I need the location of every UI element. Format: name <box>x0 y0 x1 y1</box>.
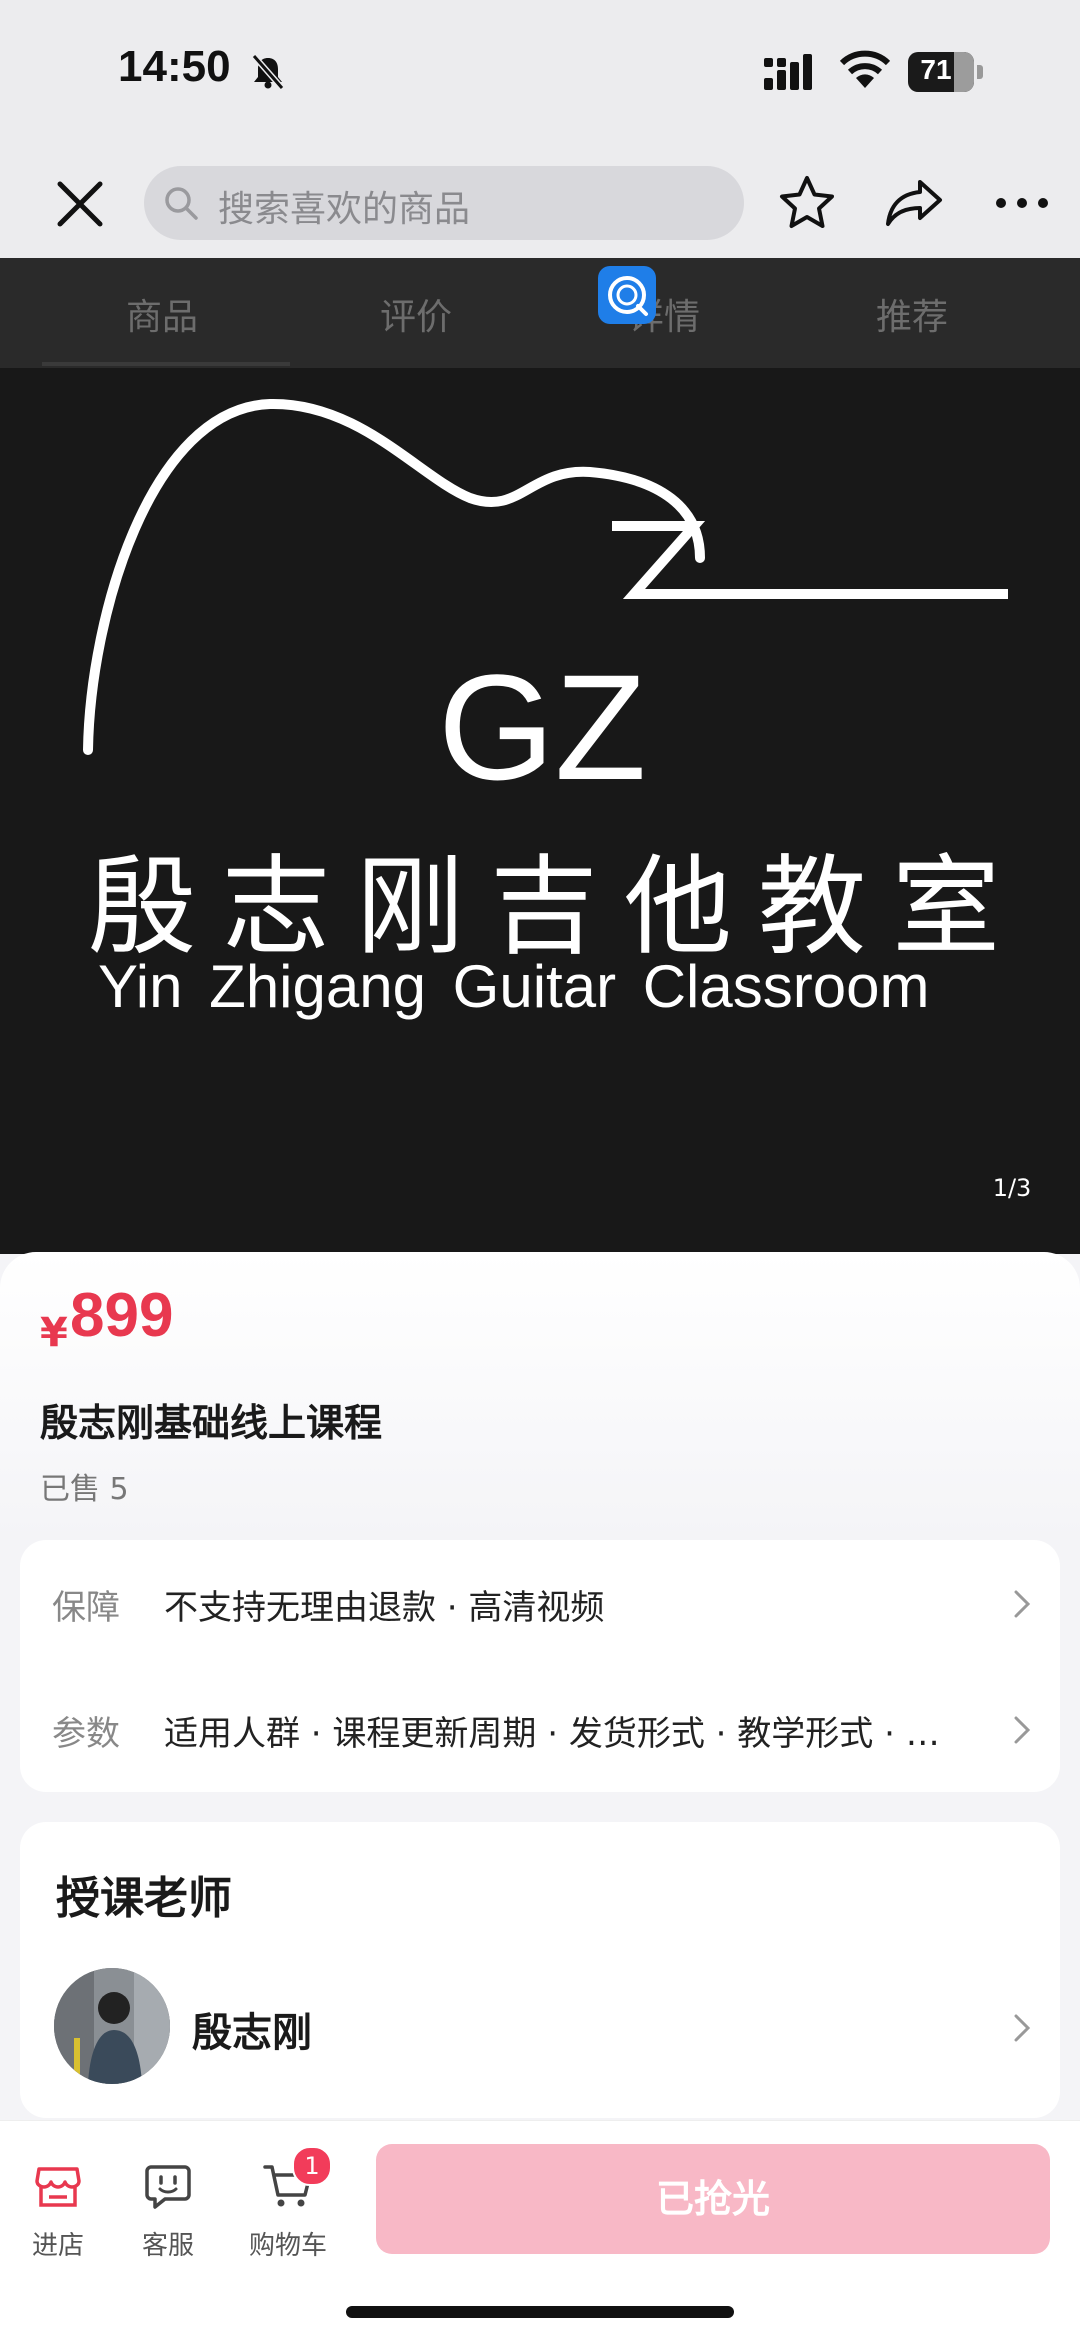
home-indicator[interactable] <box>346 2306 734 2318</box>
sold-out-button[interactable]: 已抢光 <box>376 2144 1050 2254</box>
favorite-star-icon[interactable] <box>778 174 836 232</box>
bell-muted-icon <box>251 54 285 90</box>
teacher-card: 授课老师 殷志刚 <box>20 1822 1060 2118</box>
clock: 14:50 <box>118 42 231 91</box>
product-title: 殷志刚基础线上课程 <box>40 1401 383 1445</box>
image-counter: 1/3 <box>992 1174 1032 1202</box>
search-icon <box>165 187 198 220</box>
price: 899 <box>70 1281 174 1350</box>
product-image[interactable]: GZ <box>0 368 1080 1254</box>
product-tabs: 商品 评价 详情 推荐 <box>0 258 1080 368</box>
sold-count: 已售 5 <box>40 1472 129 1507</box>
tab-reviews[interactable]: 评价 <box>380 288 452 340</box>
teacher-avatar[interactable] <box>54 1968 170 2084</box>
status-bar: 14:50 71 <box>0 0 1080 150</box>
guarantee-row[interactable]: 保障 不支持无理由退款 · 高清视频 <box>20 1540 1060 1666</box>
teacher-name[interactable]: 殷志刚 <box>192 2000 312 2058</box>
guarantee-value: 不支持无理由退款 · 高清视频 <box>164 1588 605 1628</box>
cart-label: 购物车 <box>248 2231 327 2261</box>
guarantee-params-card: 保障 不支持无理由退款 · 高清视频 参数 适用人群 · 课程更新周期 · 发货… <box>20 1540 1060 1792</box>
params-label: 参数 <box>52 1714 120 1754</box>
battery-level: 71 <box>920 54 952 85</box>
store-icon <box>35 2167 81 2207</box>
chevron-right-icon <box>1014 1716 1031 1744</box>
guitar-logo-graphic <box>83 398 1008 755</box>
teacher-section-title: 授课老师 <box>56 1873 232 1924</box>
logo-letters: GZ <box>438 643 647 811</box>
search-placeholder: 搜索喜欢的商品 <box>218 189 471 230</box>
service-label: 客服 <box>141 2231 194 2261</box>
params-row[interactable]: 参数 适用人群 · 课程更新周期 · 发货形式 · 教学形式 · … <box>20 1666 1060 1792</box>
wifi-icon <box>839 50 891 88</box>
avatar-photo <box>54 1968 170 2084</box>
guarantee-label: 保障 <box>52 1588 120 1628</box>
product-info: ¥ 899 殷志刚基础线上课程 已售 5 <box>0 1252 1080 1542</box>
tab-product[interactable]: 商品 <box>126 288 198 340</box>
store-button[interactable]: 进店 <box>8 2161 108 2271</box>
chevron-right-icon[interactable] <box>1010 2010 1034 2046</box>
brand-name-en: Yin Zhigang Guitar Classroom <box>98 953 930 1020</box>
assistant-glyph-icon <box>608 276 648 316</box>
more-icon[interactable] <box>994 196 1050 210</box>
chevron-right-icon <box>1014 1590 1031 1618</box>
search-input[interactable]: 搜索喜欢的商品 <box>144 166 744 240</box>
customer-service-button[interactable]: 客服 <box>118 2161 218 2271</box>
share-icon[interactable] <box>884 178 944 228</box>
params-value: 适用人群 · 课程更新周期 · 发货形式 · 教学形式 · … <box>164 1714 940 1754</box>
tab-indicator <box>42 362 290 366</box>
floating-assistant-icon[interactable] <box>598 266 656 324</box>
tab-recommend[interactable]: 推荐 <box>876 288 948 340</box>
close-icon[interactable] <box>52 176 108 232</box>
battery-icon: 71 <box>908 52 984 92</box>
cart-count-badge: 1 <box>292 2146 332 2186</box>
chat-service-icon <box>145 2165 191 2209</box>
price-currency: ¥ <box>40 1310 68 1356</box>
battery-cap <box>977 65 983 79</box>
store-label: 进店 <box>31 2231 84 2261</box>
signal-icon <box>764 54 812 90</box>
sold-out-label: 已抢光 <box>655 2177 770 2221</box>
